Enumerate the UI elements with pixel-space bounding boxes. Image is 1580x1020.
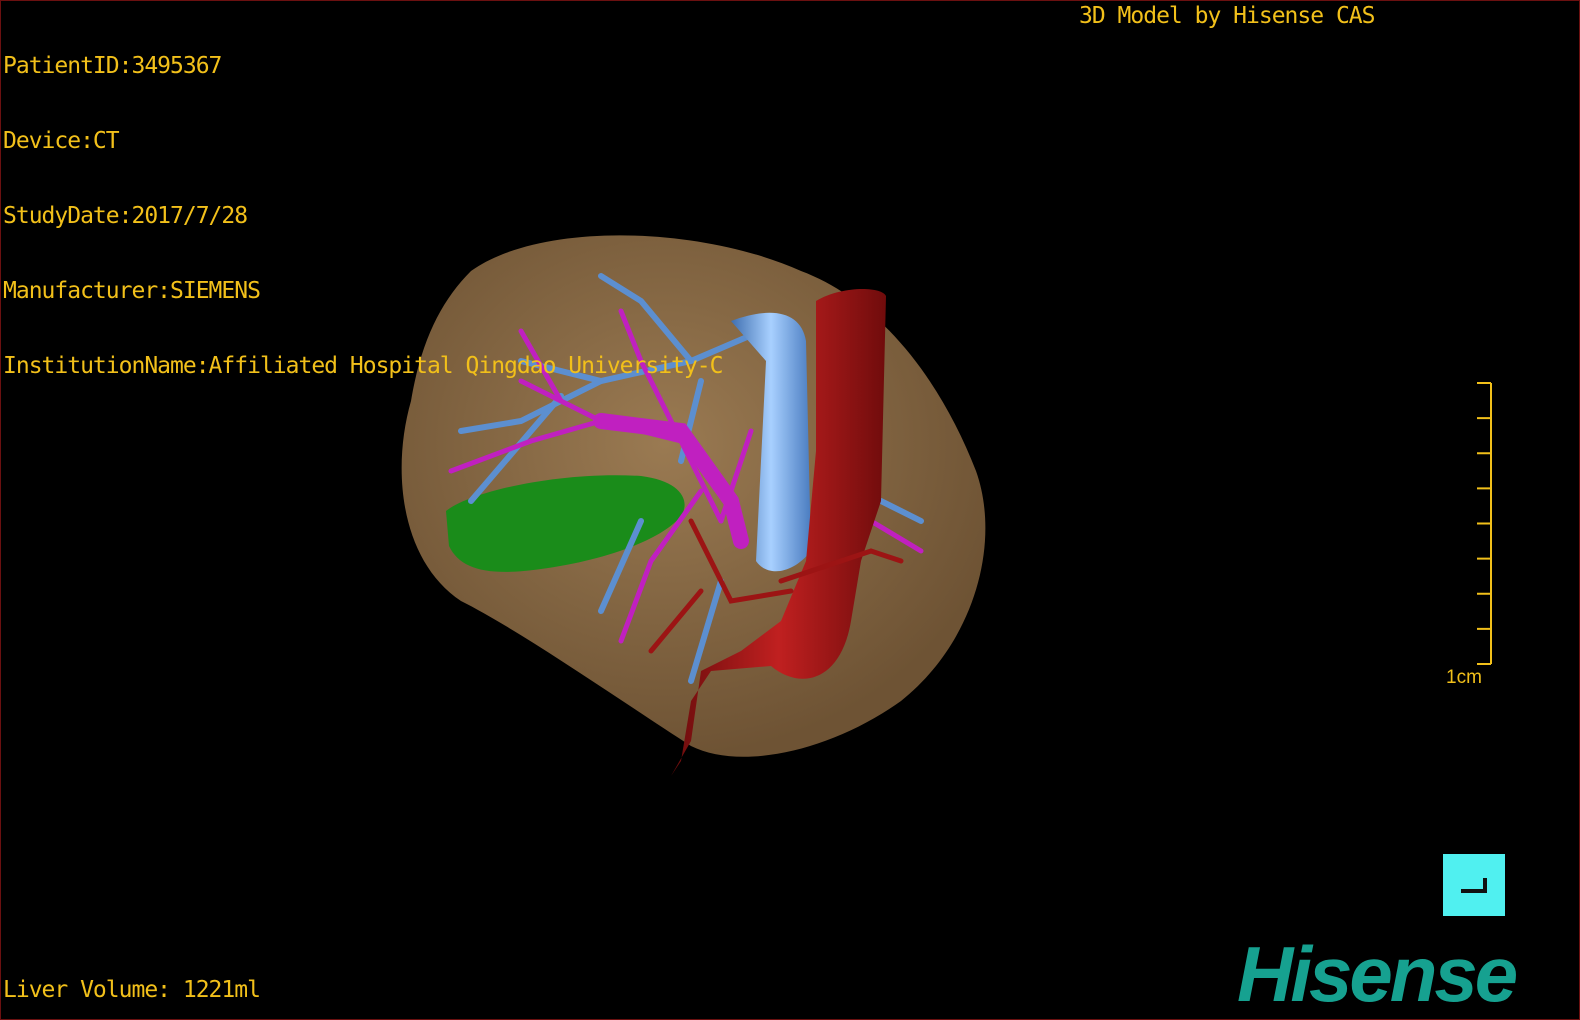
patient-id: PatientID:3495367 (3, 53, 222, 79)
view-toggle-button[interactable] (1443, 854, 1505, 916)
scale-label: 1cm (1446, 667, 1482, 688)
study-date: StudyDate:2017/7/28 (3, 203, 248, 229)
manufacturer: Manufacturer:SIEMENS (3, 278, 261, 304)
corner-icon (1461, 878, 1487, 893)
model-attribution: 3D Model by Hisense CAS (1079, 3, 1375, 29)
study-info: PatientID:3495367 Device:CT StudyDate:20… (3, 4, 723, 429)
liver-volume: Liver Volume: 1221ml (3, 977, 261, 1003)
institution-name: InstitutionName:Affiliated Hospital Qing… (3, 353, 723, 379)
device: Device:CT (3, 128, 120, 154)
3d-viewport[interactable]: PatientID:3495367 Device:CT StudyDate:20… (0, 0, 1580, 1020)
scale-bar (1477, 382, 1492, 665)
hisense-logo: Hisense (1237, 930, 1518, 1018)
